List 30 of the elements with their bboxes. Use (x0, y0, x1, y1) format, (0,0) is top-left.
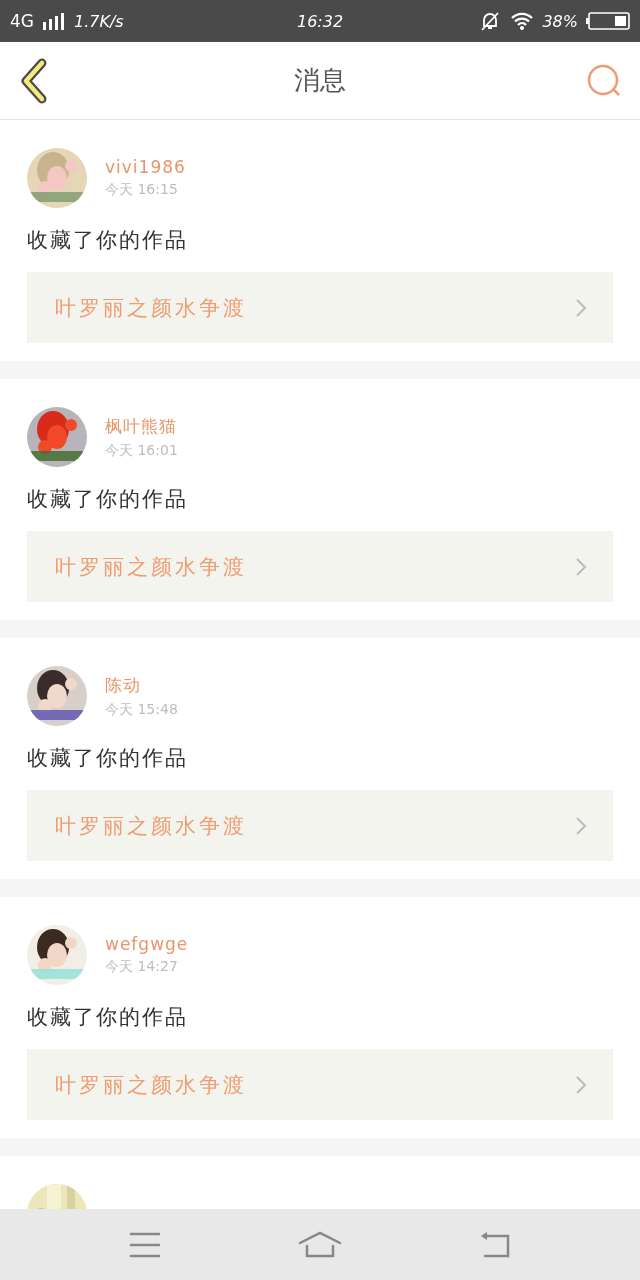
chevron-icon (575, 815, 587, 836)
chevron-icon (575, 1074, 587, 1095)
wifi-icon (510, 10, 535, 32)
network-type: 4G (10, 11, 34, 31)
user-name[interactable]: 枫叶熊猫 (105, 414, 178, 438)
work-link[interactable]: 叶罗丽之颜水争渡 (27, 272, 613, 343)
user-name[interactable]: wefgwge (105, 934, 189, 954)
message-time: 今天 15:48 (105, 700, 178, 719)
chevron-icon (575, 556, 587, 577)
battery-icon (586, 12, 630, 30)
clock: 16:32 (296, 11, 344, 31)
page-title: 消息 (294, 64, 346, 97)
network-speed: 1.7K/s (74, 11, 124, 31)
user-name[interactable]: 陈动 (105, 673, 178, 697)
message-text: 收藏了你的作品 (27, 1004, 189, 1031)
signal-icon (42, 12, 66, 30)
message-time: 今天 16:15 (105, 181, 179, 199)
menu-icon[interactable] (128, 1230, 161, 1259)
message-text: 收藏了你的作品 (27, 745, 189, 772)
user-name[interactable]: vivi1986 (105, 157, 186, 177)
battery-percent: 38% (542, 11, 578, 31)
work-link[interactable]: 叶罗丽之颜水争渡 (27, 531, 613, 602)
chevron-icon (575, 297, 587, 318)
message-text: 收藏了你的作品 (27, 486, 189, 513)
message-text: 收藏了你的作品 (27, 227, 189, 254)
message-time: 今天 16:01 (105, 441, 178, 460)
message-time: 今天 14:27 (105, 958, 179, 976)
work-link[interactable]: 叶罗丽之颜水争渡 (27, 790, 613, 861)
home-icon[interactable] (298, 1230, 342, 1259)
work-link[interactable]: 叶罗丽之颜水争渡 (27, 1049, 613, 1120)
